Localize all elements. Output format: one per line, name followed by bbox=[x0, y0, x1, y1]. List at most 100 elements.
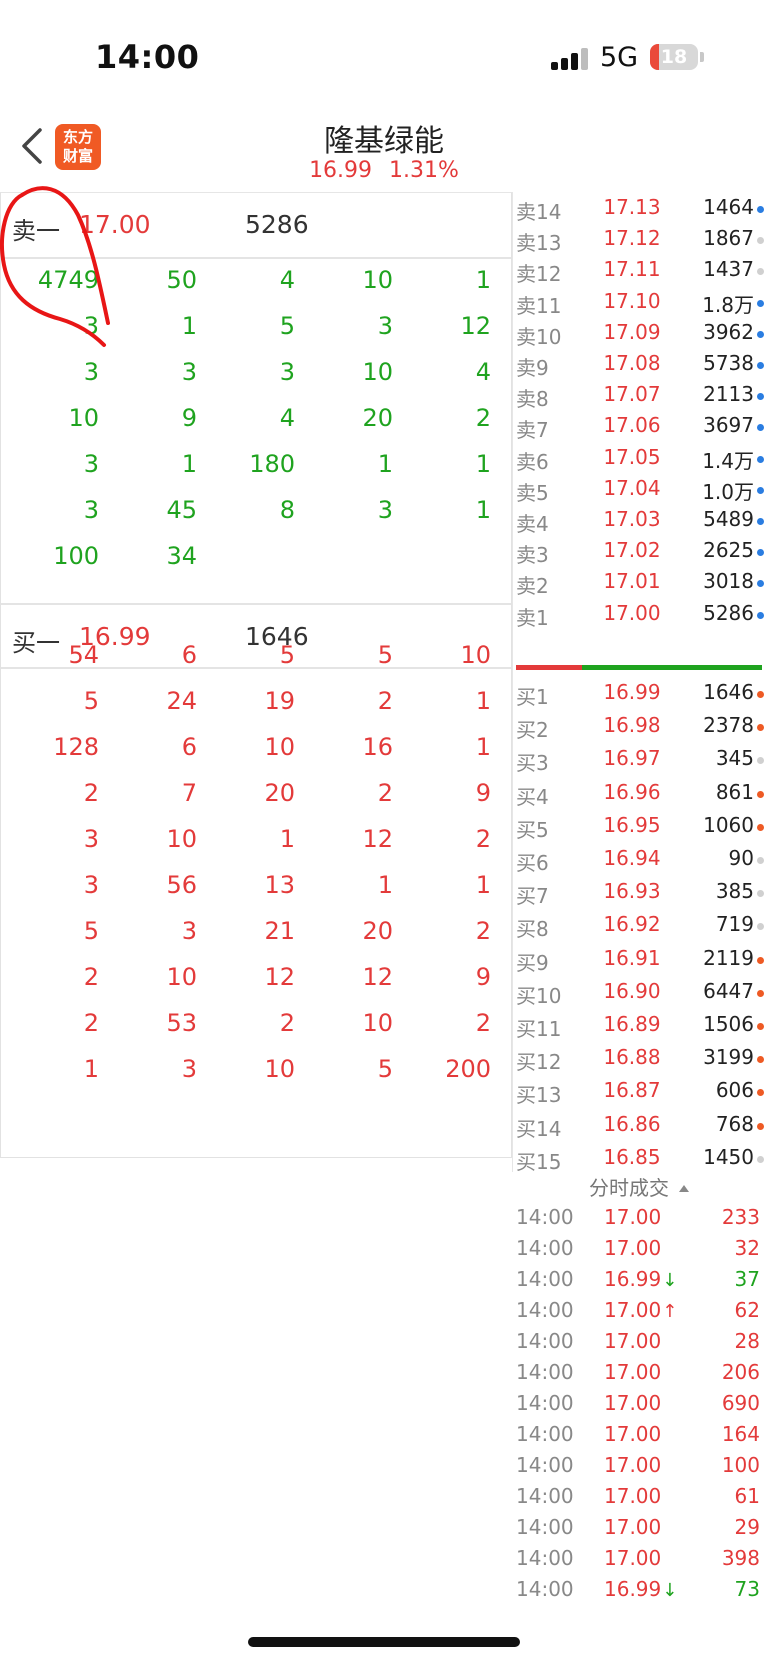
ask-level-row[interactable]: 卖9 17.08 5738 bbox=[516, 348, 768, 381]
queue-volume: 1 bbox=[181, 312, 197, 340]
trade-row: 14:00 16.99↓ 73 bbox=[516, 1574, 762, 1605]
level-label: 卖13 bbox=[516, 231, 562, 256]
level-volume: 861 bbox=[715, 779, 754, 804]
queue-volume: 6 bbox=[181, 733, 197, 761]
level-price: 17.08 bbox=[603, 351, 661, 375]
level-volume: 3697 bbox=[703, 413, 754, 438]
level-volume: 90 bbox=[728, 846, 754, 870]
queue-volume: 12 bbox=[460, 312, 491, 340]
trade-row: 14:00 17.00 32 bbox=[516, 1233, 762, 1264]
queue-volume: 24 bbox=[166, 687, 197, 715]
queue-volume: 9 bbox=[475, 779, 491, 807]
bid-level-row[interactable]: 买7 16.93 385 bbox=[516, 876, 768, 909]
bid-level-row[interactable]: 买14 16.86 768 bbox=[516, 1109, 768, 1142]
queue-volume: 100 bbox=[53, 542, 99, 570]
level-volume: 1.4万 bbox=[702, 448, 754, 473]
bid-level-row[interactable]: 买2 16.98 2378 bbox=[516, 710, 768, 743]
ask-level-row[interactable]: 卖6 17.05 1.4万 bbox=[516, 442, 768, 475]
bid-level-row[interactable]: 买9 16.91 2119 bbox=[516, 943, 768, 976]
ask-level-row[interactable]: 卖1 17.00 5286 bbox=[516, 598, 768, 631]
sell-first-row[interactable]: 卖一 17.00 5286 bbox=[1, 193, 511, 259]
trade-direction-icon: ↓ bbox=[662, 1270, 678, 1291]
level-volume: 5286 bbox=[703, 600, 754, 625]
trade-price-value: 16.99 bbox=[604, 1267, 662, 1291]
order-dot-icon bbox=[757, 611, 764, 619]
queue-volume: 2 bbox=[475, 1009, 491, 1037]
queue-volume: 12 bbox=[362, 963, 393, 991]
queue-volume: 180 bbox=[249, 450, 295, 478]
trade-price-value: 17.00 bbox=[604, 1236, 662, 1260]
queue-volume: 1 bbox=[475, 871, 491, 899]
level-label: 买5 bbox=[516, 817, 549, 842]
queue-volume: 2 bbox=[83, 963, 99, 991]
queue-volume: 5 bbox=[83, 687, 99, 715]
queue-volume: 3 bbox=[83, 871, 99, 899]
bid-level-row[interactable]: 买4 16.96 861 bbox=[516, 777, 768, 810]
level-label: 买9 bbox=[516, 950, 549, 975]
queue-volume: 12 bbox=[264, 963, 295, 991]
order-dot-icon bbox=[757, 206, 764, 213]
level-price: 16.87 bbox=[603, 1078, 661, 1103]
ask-level-row[interactable]: 卖10 17.09 3962 bbox=[516, 317, 768, 350]
trade-row: 14:00 17.00 398 bbox=[516, 1543, 762, 1574]
level-label: 卖10 bbox=[516, 324, 562, 349]
queue-volume: 4749 bbox=[37, 266, 99, 294]
level-price: 16.94 bbox=[603, 846, 661, 870]
home-indicator[interactable] bbox=[248, 1637, 520, 1647]
ask-level-row[interactable]: 卖7 17.06 3697 bbox=[516, 410, 768, 443]
ask-level-row[interactable]: 卖4 17.03 5489 bbox=[516, 504, 768, 537]
level-volume: 1.8万 bbox=[702, 292, 754, 317]
order-dot-icon bbox=[757, 1122, 764, 1130]
battery-level: 18 bbox=[660, 46, 688, 68]
bid-level-row[interactable]: 买12 16.88 3199 bbox=[516, 1042, 768, 1075]
level-volume: 2113 bbox=[703, 382, 754, 407]
ask-level-row[interactable]: 卖3 17.02 2625 bbox=[516, 535, 768, 568]
ask-level-row[interactable]: 卖14 17.13 1464 bbox=[516, 192, 768, 225]
order-dot-icon bbox=[757, 299, 764, 307]
trade-price: 16.99↓ bbox=[604, 1577, 677, 1601]
trades-header[interactable]: 分时成交 bbox=[516, 1172, 762, 1202]
queue-row: 54 6 5 5 10 bbox=[1, 635, 511, 681]
bid-level-row[interactable]: 买13 16.87 606 bbox=[516, 1075, 768, 1108]
level-volume: 1450 bbox=[703, 1144, 754, 1169]
queue-volume: 50 bbox=[166, 266, 197, 294]
queue-volume: 1 bbox=[475, 687, 491, 715]
cell-signal-icon bbox=[551, 48, 589, 70]
ask-level-row[interactable]: 卖5 17.04 1.0万 bbox=[516, 473, 768, 506]
caret-up-icon[interactable] bbox=[679, 1185, 689, 1192]
bid-level-row[interactable]: 买15 16.85 1450 bbox=[516, 1142, 768, 1175]
ask-level-row[interactable]: 卖13 17.12 1867 bbox=[516, 223, 768, 256]
order-dot-icon bbox=[757, 923, 764, 931]
queue-volume: 3 bbox=[83, 450, 99, 478]
trade-price: 17.00 bbox=[604, 1329, 662, 1353]
trade-volume: 690 bbox=[721, 1391, 760, 1415]
queue-volume: 10 bbox=[362, 1009, 393, 1037]
bid-level-row[interactable]: 买8 16.92 719 bbox=[516, 909, 768, 942]
bid-level-row[interactable]: 买6 16.94 90 bbox=[516, 843, 768, 876]
trade-price: 17.00↑ bbox=[604, 1298, 677, 1322]
ask-ratio-segment bbox=[582, 665, 762, 670]
ask-level-row[interactable]: 卖12 17.11 1437 bbox=[516, 254, 768, 287]
order-dot-icon bbox=[757, 393, 764, 401]
level-price: 17.06 bbox=[603, 413, 661, 438]
bid-level-row[interactable]: 买11 16.89 1506 bbox=[516, 1009, 768, 1042]
ask-level-row[interactable]: 卖8 17.07 2113 bbox=[516, 379, 768, 412]
level-label: 卖6 bbox=[516, 449, 549, 474]
trade-volume: 100 bbox=[721, 1453, 760, 1477]
trade-price-value: 17.00 bbox=[604, 1515, 662, 1539]
bid-level-row[interactable]: 买1 16.99 1646 bbox=[516, 677, 768, 710]
trade-price-value: 17.00 bbox=[604, 1360, 662, 1384]
queue-row: 3 10 1 12 2 bbox=[1, 819, 511, 865]
queue-volume: 1 bbox=[377, 450, 393, 478]
queue-volume: 12 bbox=[362, 825, 393, 853]
trade-time: 14:00 bbox=[516, 1360, 574, 1384]
order-dot-icon bbox=[757, 1155, 764, 1163]
bid-level-row[interactable]: 买10 16.90 6447 bbox=[516, 976, 768, 1009]
ask-level-row[interactable]: 卖2 17.01 3018 bbox=[516, 566, 768, 599]
bid-level-row[interactable]: 买5 16.95 1060 bbox=[516, 810, 768, 843]
ask-level-row[interactable]: 卖11 17.10 1.8万 bbox=[516, 286, 768, 319]
trade-time: 14:00 bbox=[516, 1298, 574, 1322]
queue-volume: 56 bbox=[166, 871, 197, 899]
bid-level-row[interactable]: 买3 16.97 345 bbox=[516, 743, 768, 776]
level-price: 17.03 bbox=[603, 507, 661, 531]
